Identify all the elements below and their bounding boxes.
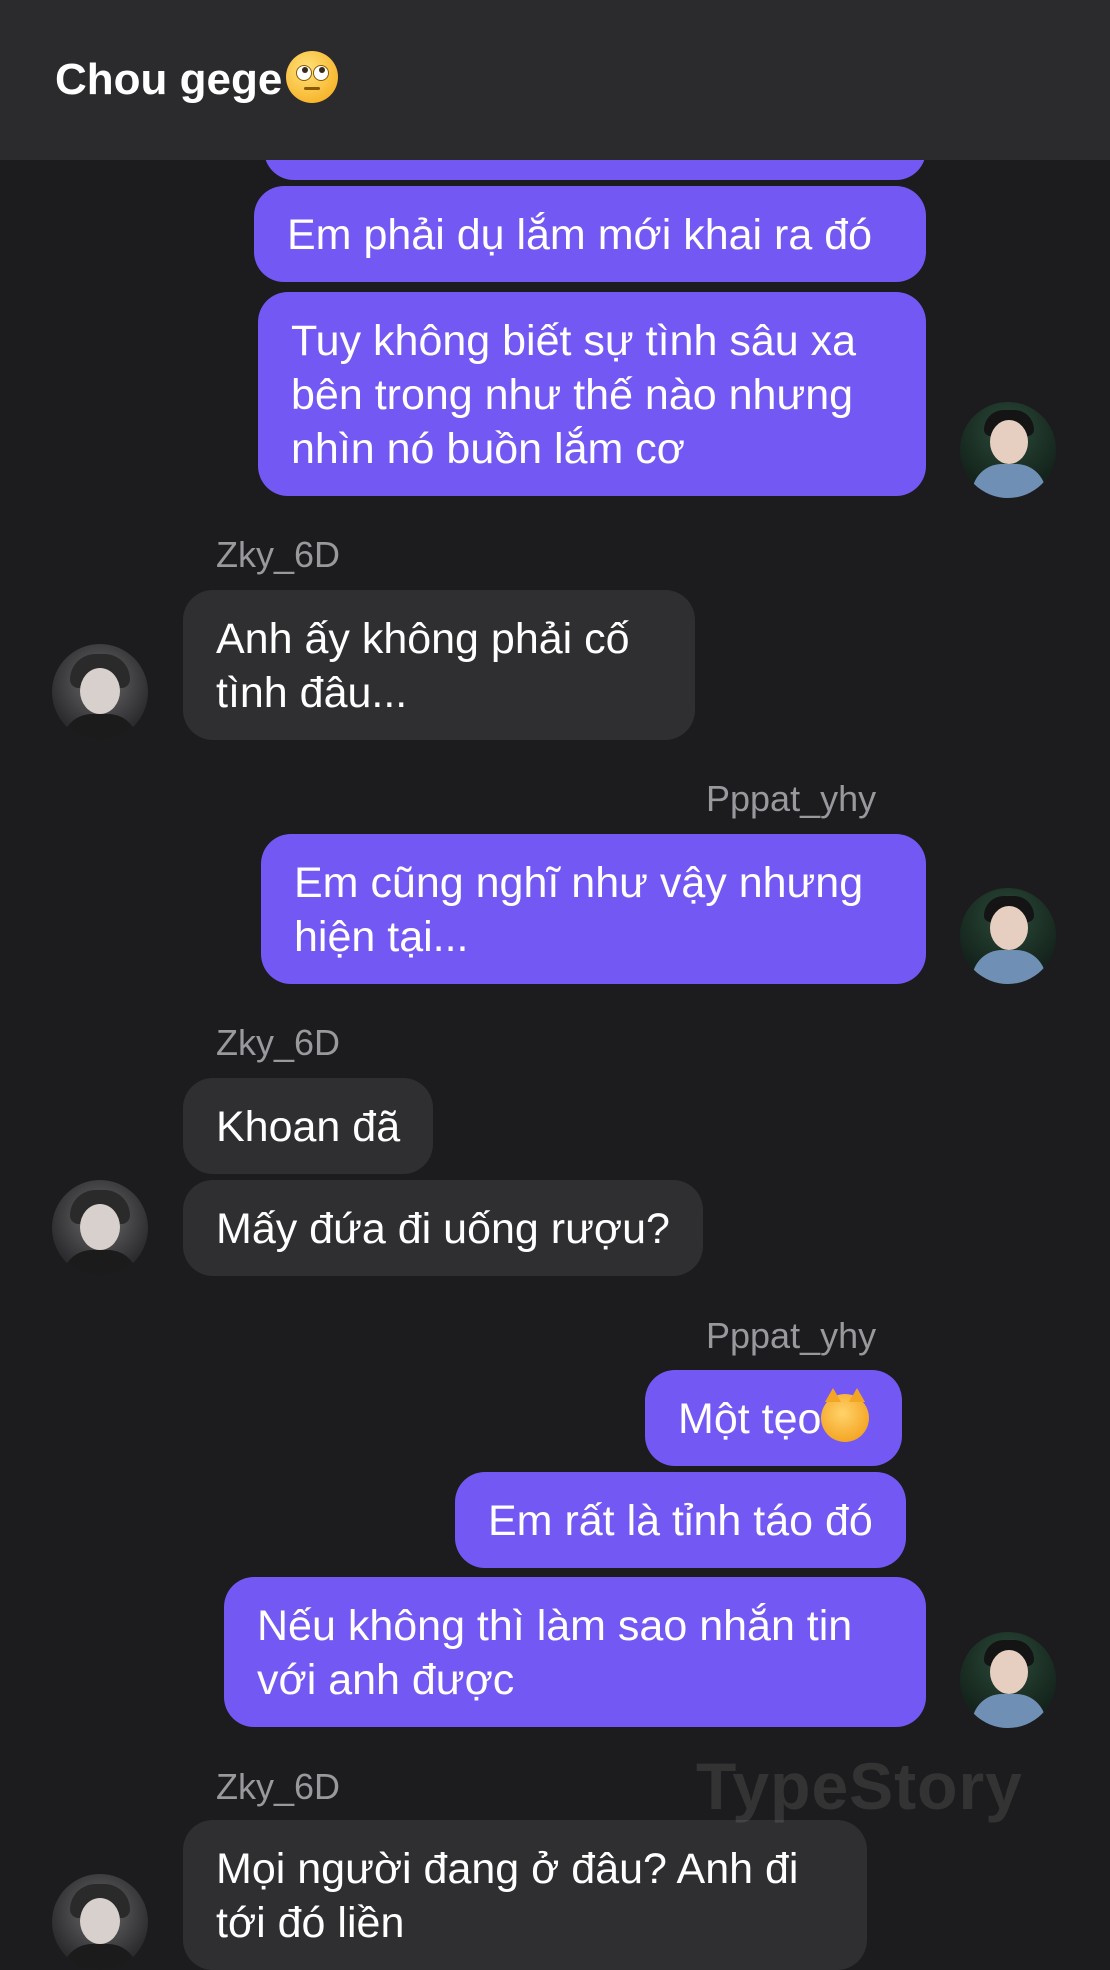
avatar-zky[interactable] bbox=[52, 1874, 148, 1970]
chat-title[interactable]: Chou gege bbox=[55, 55, 282, 105]
message-bubble[interactable]: Mọi người đang ở đâu? Anh đi tới đó liền bbox=[183, 1820, 867, 1970]
message-bubble[interactable]: Em rất là tỉnh táo đó bbox=[455, 1472, 906, 1568]
message-bubble[interactable]: Một tẹo bbox=[645, 1370, 903, 1466]
message-bubble[interactable]: Anh ấy không phải cố tình đâu... bbox=[183, 590, 695, 740]
avatar-me[interactable] bbox=[960, 888, 1056, 984]
avatar-me[interactable] bbox=[960, 1632, 1056, 1728]
avatar-zky[interactable] bbox=[52, 1180, 148, 1276]
message-bubble[interactable]: Khoan đã bbox=[183, 1078, 434, 1174]
avatar-zky[interactable] bbox=[52, 644, 148, 740]
sender-name: Zky_6D bbox=[216, 534, 341, 575]
sender-name: Zky_6D bbox=[216, 1022, 341, 1063]
chat-header: Chou gege bbox=[0, 0, 1110, 160]
face-with-rolling-eyes-icon bbox=[286, 51, 339, 103]
sender-name: Zky_6D bbox=[216, 1766, 341, 1807]
kissing-cat-icon bbox=[821, 1387, 870, 1442]
message-bubble[interactable]: Em cũng nghĩ như vậy nhưng hiện tại... bbox=[261, 834, 926, 984]
sender-name: Pppat_yhy bbox=[706, 778, 877, 819]
message-bubble[interactable]: Mấy đứa đi uống rượu? bbox=[183, 1180, 703, 1276]
avatar-me[interactable] bbox=[960, 402, 1056, 498]
watermark: TypeStory bbox=[696, 1749, 1023, 1823]
message-bubble[interactable]: Tuy không biết sự tình sâu xa bên trong … bbox=[258, 292, 926, 496]
sender-name: Pppat_yhy bbox=[706, 1315, 877, 1356]
message-bubble[interactable]: Nếu không thì làm sao nhắn tin với anh đ… bbox=[224, 1577, 926, 1727]
message-bubble[interactable]: Em phải dụ lắm mới khai ra đó bbox=[254, 186, 926, 282]
message-text: Một tẹo bbox=[678, 1395, 822, 1443]
chat-feed[interactable]: Em phải dụ lắm mới khai ra đó Tuy không … bbox=[0, 0, 1110, 1970]
